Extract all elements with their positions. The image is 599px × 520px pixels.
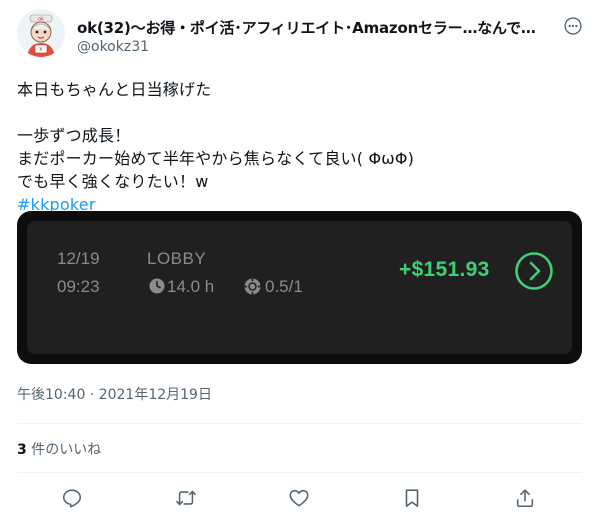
clock-icon — [149, 278, 165, 298]
tweet-line: でも早く強くなりたい！w — [17, 172, 209, 191]
tweet-line: 一歩ずつ成長！ — [17, 126, 131, 145]
bookmark-icon[interactable] — [399, 485, 425, 511]
session-lobby: LOBBY — [147, 249, 207, 268]
divider — [17, 472, 582, 473]
session-winnings: +$151.93 — [399, 258, 490, 281]
tweet-timestamp[interactable]: 午後10:40 · 2021年12月19日 — [17, 384, 212, 404]
share-icon[interactable] — [512, 485, 538, 511]
session-stakes: 0.5/1 — [265, 277, 303, 296]
avatar-illustration: ok ¥ — [17, 9, 65, 57]
session-date: 12/19 — [57, 249, 100, 268]
tweet-card: ok ¥ ok(32)〜お得・ポイ活･アフィリエイト･Amazonセラー…なんで… — [0, 0, 599, 520]
likes-count[interactable]: 3 件のいいね — [17, 439, 101, 459]
session-time: 09:23 — [57, 277, 100, 296]
tweet-line: 本日もちゃんと日当稼げた — [17, 80, 212, 99]
divider — [17, 423, 582, 424]
tweet-line: まだポーカー始めて半年やから焦らなくて良い( ΦωΦ) — [17, 149, 415, 168]
likes-label: 件のいいね — [26, 442, 102, 458]
session-result-card: 12/19 09:23 LOBBY 14.0 h 0.5/1 +$151.93 — [27, 221, 572, 354]
retweet-icon[interactable] — [173, 485, 199, 511]
chevron-right-icon[interactable] — [514, 251, 554, 295]
display-name[interactable]: ok(32)〜お得・ポイ活･アフィリエイト･Amazonセラー…なんでも… — [77, 17, 537, 38]
likes-number: 3 — [17, 442, 27, 458]
tweet-line — [17, 101, 577, 124]
avatar[interactable]: ok ¥ — [17, 9, 65, 57]
like-icon[interactable] — [286, 485, 312, 511]
tweet-text: 本日もちゃんと日当稼げた 一歩ずつ成長！ まだポーカー始めて半年やから焦らなくて… — [17, 78, 577, 216]
media-attachment[interactable]: 12/19 09:23 LOBBY 14.0 h 0.5/1 +$151.93 — [17, 211, 582, 364]
session-hours: 14.0 h — [167, 277, 215, 296]
reply-icon[interactable] — [59, 485, 85, 511]
more-options-icon[interactable] — [560, 13, 586, 39]
svg-text:ok: ok — [38, 17, 44, 23]
svg-text:¥: ¥ — [39, 47, 42, 53]
poker-chip-icon — [244, 278, 261, 299]
user-handle[interactable]: @okokz31 — [77, 39, 149, 55]
